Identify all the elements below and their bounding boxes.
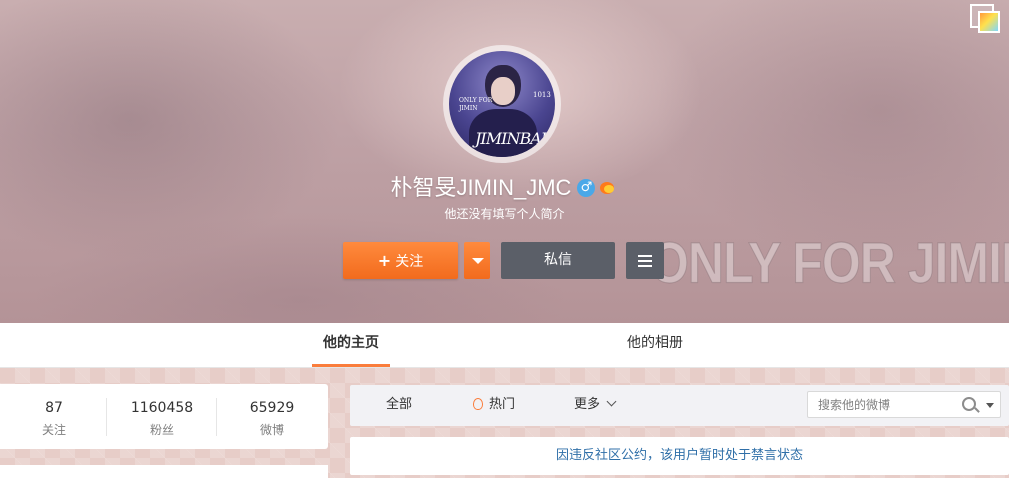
- message-button[interactable]: 私信: [501, 242, 615, 279]
- stat-value: 1160458: [130, 400, 194, 416]
- profile-cover: ONLY FOR JIMIN ONLY FOR JIMIN 1013 JIMIN…: [0, 0, 1009, 323]
- stat-value: 87: [45, 400, 63, 416]
- male-gender-icon: ♂: [577, 178, 596, 197]
- follow-dropdown-button[interactable]: [464, 242, 490, 279]
- stat-label: 微博: [259, 423, 284, 437]
- chevron-down-icon: [606, 396, 617, 407]
- flame-icon: [473, 397, 483, 410]
- username: 朴智旻JIMIN_JMC: [390, 174, 572, 200]
- filter-all[interactable]: 全部: [386, 385, 412, 426]
- ban-notice: 因违反社区公约，该用户暂时处于禁言状态: [350, 437, 1009, 475]
- tab-home[interactable]: 他的主页: [312, 323, 390, 367]
- tab-album[interactable]: 他的相册: [612, 323, 698, 367]
- avatar-caption: ONLY FOR JIMIN: [459, 97, 493, 112]
- divider: [216, 398, 217, 436]
- caret-down-icon: [472, 258, 484, 264]
- profile-name-row: 朴智旻JIMIN_JMC ♂: [0, 172, 1009, 202]
- feed-filter-bar: 全部 热门 更多: [350, 385, 1009, 426]
- search-input[interactable]: [818, 396, 948, 414]
- filter-hot-label: 热门: [489, 397, 516, 412]
- cover-watermark-text: ONLY FOR JIMIN: [650, 230, 1009, 296]
- stat-label: 关注: [41, 423, 66, 437]
- search-icon[interactable]: [962, 397, 976, 411]
- info-card-top: [0, 465, 328, 478]
- divider: [106, 398, 107, 436]
- stat-following[interactable]: 87 关注: [0, 384, 108, 449]
- avatar-number: 1013: [533, 91, 551, 99]
- member-badge-icon[interactable]: [598, 180, 618, 196]
- weibo-search: [807, 391, 1001, 418]
- filter-more-label: 更多: [574, 397, 601, 412]
- stats-card: 87 关注 1160458 粉丝 65929 微博: [0, 384, 328, 449]
- follow-label: 关注: [395, 254, 424, 270]
- stat-fans[interactable]: 1160458 粉丝: [108, 384, 216, 449]
- stat-label: 粉丝: [149, 423, 174, 437]
- profile-bio: 他还没有填写个人简介: [444, 207, 565, 221]
- skin-settings-icon[interactable]: [970, 4, 1000, 33]
- filter-more[interactable]: 更多: [574, 385, 617, 426]
- avatar-signature: JIMINBAR: [475, 129, 553, 148]
- avatar[interactable]: ONLY FOR JIMIN 1013 JIMINBAR: [449, 51, 555, 157]
- stat-value: 65929: [249, 400, 295, 416]
- plus-icon: +: [377, 251, 392, 270]
- hamburger-icon: [638, 255, 652, 257]
- profile-tabbar: 他的主页 他的相册: [0, 323, 1009, 368]
- stat-weibo[interactable]: 65929 微博: [218, 384, 326, 449]
- filter-hot[interactable]: 热门: [473, 385, 515, 426]
- more-menu-button[interactable]: [626, 242, 664, 279]
- follow-button[interactable]: + 关注: [343, 242, 458, 279]
- caret-down-icon[interactable]: [986, 403, 994, 408]
